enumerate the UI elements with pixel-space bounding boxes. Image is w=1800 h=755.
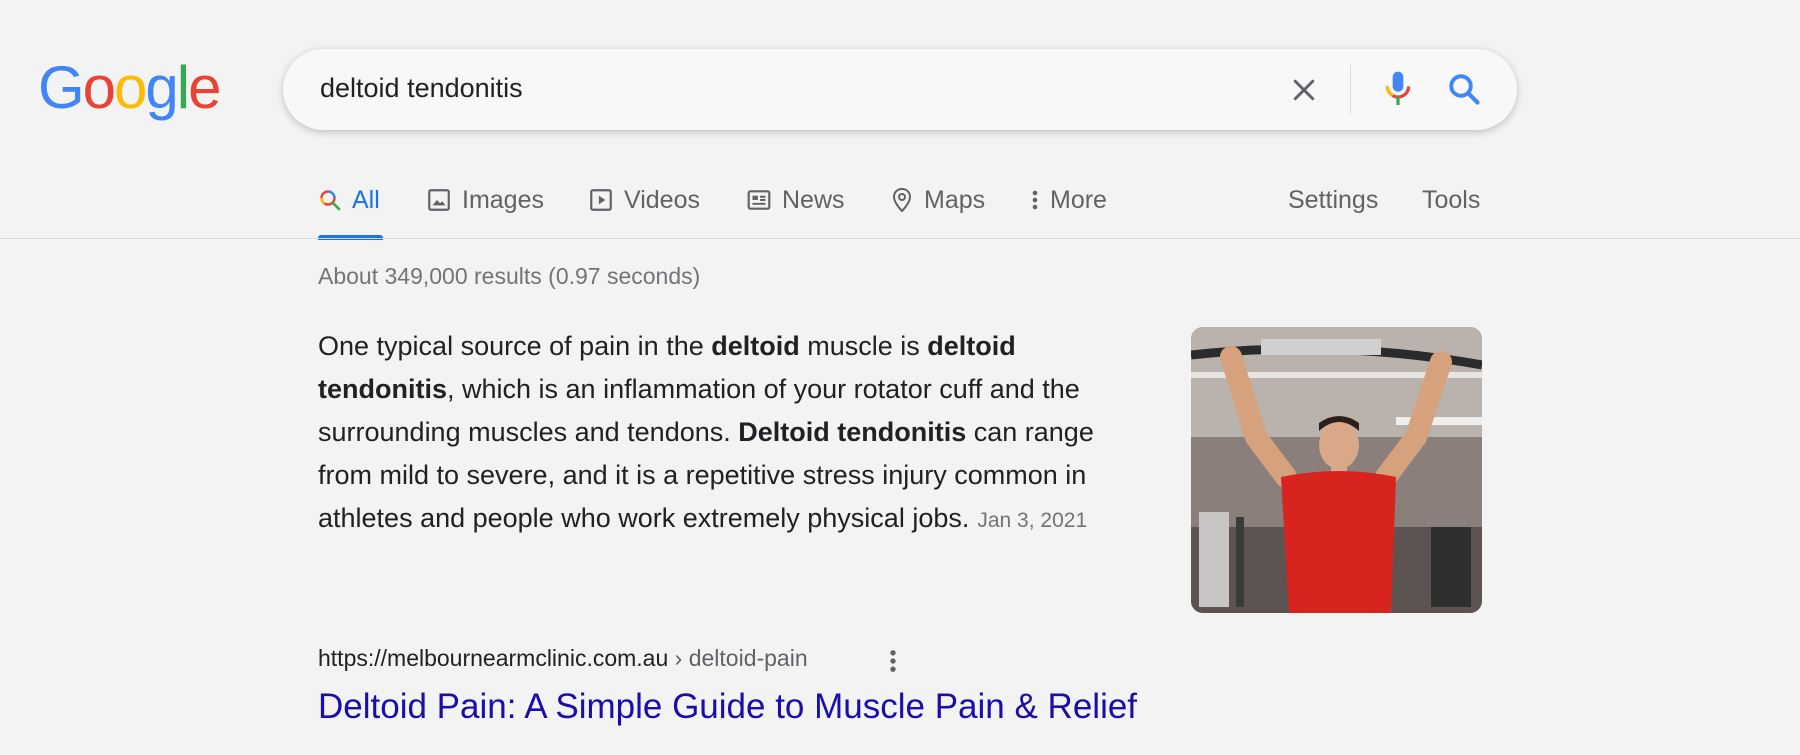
result-title-link[interactable]: Deltoid Pain: A Simple Guide to Muscle P… [318, 687, 1137, 727]
result-domain: https://melbournearmclinic.com.au [318, 645, 669, 671]
tools-link[interactable]: Tools [1422, 182, 1480, 218]
tab-all[interactable]: All [318, 182, 380, 218]
image-icon [428, 189, 450, 211]
google-logo[interactable]: Google [38, 54, 222, 121]
clear-icon[interactable] [1289, 75, 1319, 105]
tab-videos[interactable]: Videos [588, 182, 700, 218]
result-stats: About 349,000 results (0.97 seconds) [318, 263, 701, 289]
search-divider [1350, 65, 1351, 115]
video-icon [590, 189, 612, 211]
logo-letter: l [176, 54, 190, 121]
tab-label: All [352, 185, 380, 214]
search-icon[interactable] [1446, 71, 1482, 107]
logo-letter: e [188, 54, 221, 121]
tab-maps[interactable]: Maps [890, 182, 985, 218]
settings-label: Settings [1288, 185, 1379, 214]
logo-letter: G [38, 54, 85, 121]
tab-label: Videos [624, 185, 700, 214]
tab-label: Maps [924, 185, 986, 214]
news-icon [747, 190, 771, 210]
logo-letter: g [145, 54, 178, 121]
snippet-thumbnail[interactable] [1191, 327, 1482, 613]
tab-label: Images [462, 185, 544, 214]
snippet-text: muscle is [799, 331, 928, 361]
snippet-highlight: deltoid [711, 331, 800, 361]
search-box[interactable]: deltoid tendonitis [283, 49, 1517, 130]
gym-photo [1191, 327, 1482, 613]
mic-icon[interactable] [1381, 69, 1415, 109]
tab-images[interactable]: Images [426, 182, 544, 218]
logo-letter: o [114, 54, 147, 121]
settings-link[interactable]: Settings [1288, 182, 1378, 218]
map-pin-icon [892, 187, 912, 213]
search-icon [320, 190, 341, 211]
header-divider [0, 238, 1800, 239]
tab-label: More [1050, 185, 1107, 214]
snippet-text: One typical source of pain in the [318, 331, 712, 361]
featured-snippet: One typical source of pain in the deltoi… [318, 325, 1148, 542]
result-url[interactable]: https://melbournearmclinic.com.au › delt… [318, 645, 808, 672]
tab-label: News [782, 185, 845, 214]
tab-news[interactable]: News [746, 182, 845, 218]
logo-letter: o [82, 54, 116, 121]
snippet-date: Jan 3, 2021 [977, 509, 1088, 532]
snippet-highlight: Deltoid tendonitis [738, 417, 967, 447]
search-input[interactable]: deltoid tendonitis [320, 73, 523, 104]
tools-label: Tools [1422, 185, 1481, 214]
more-vert-icon[interactable] [885, 647, 901, 675]
result-breadcrumb: › deltoid-pain [668, 645, 808, 671]
more-vert-icon [1032, 190, 1038, 210]
tab-more[interactable]: More [1030, 182, 1107, 218]
